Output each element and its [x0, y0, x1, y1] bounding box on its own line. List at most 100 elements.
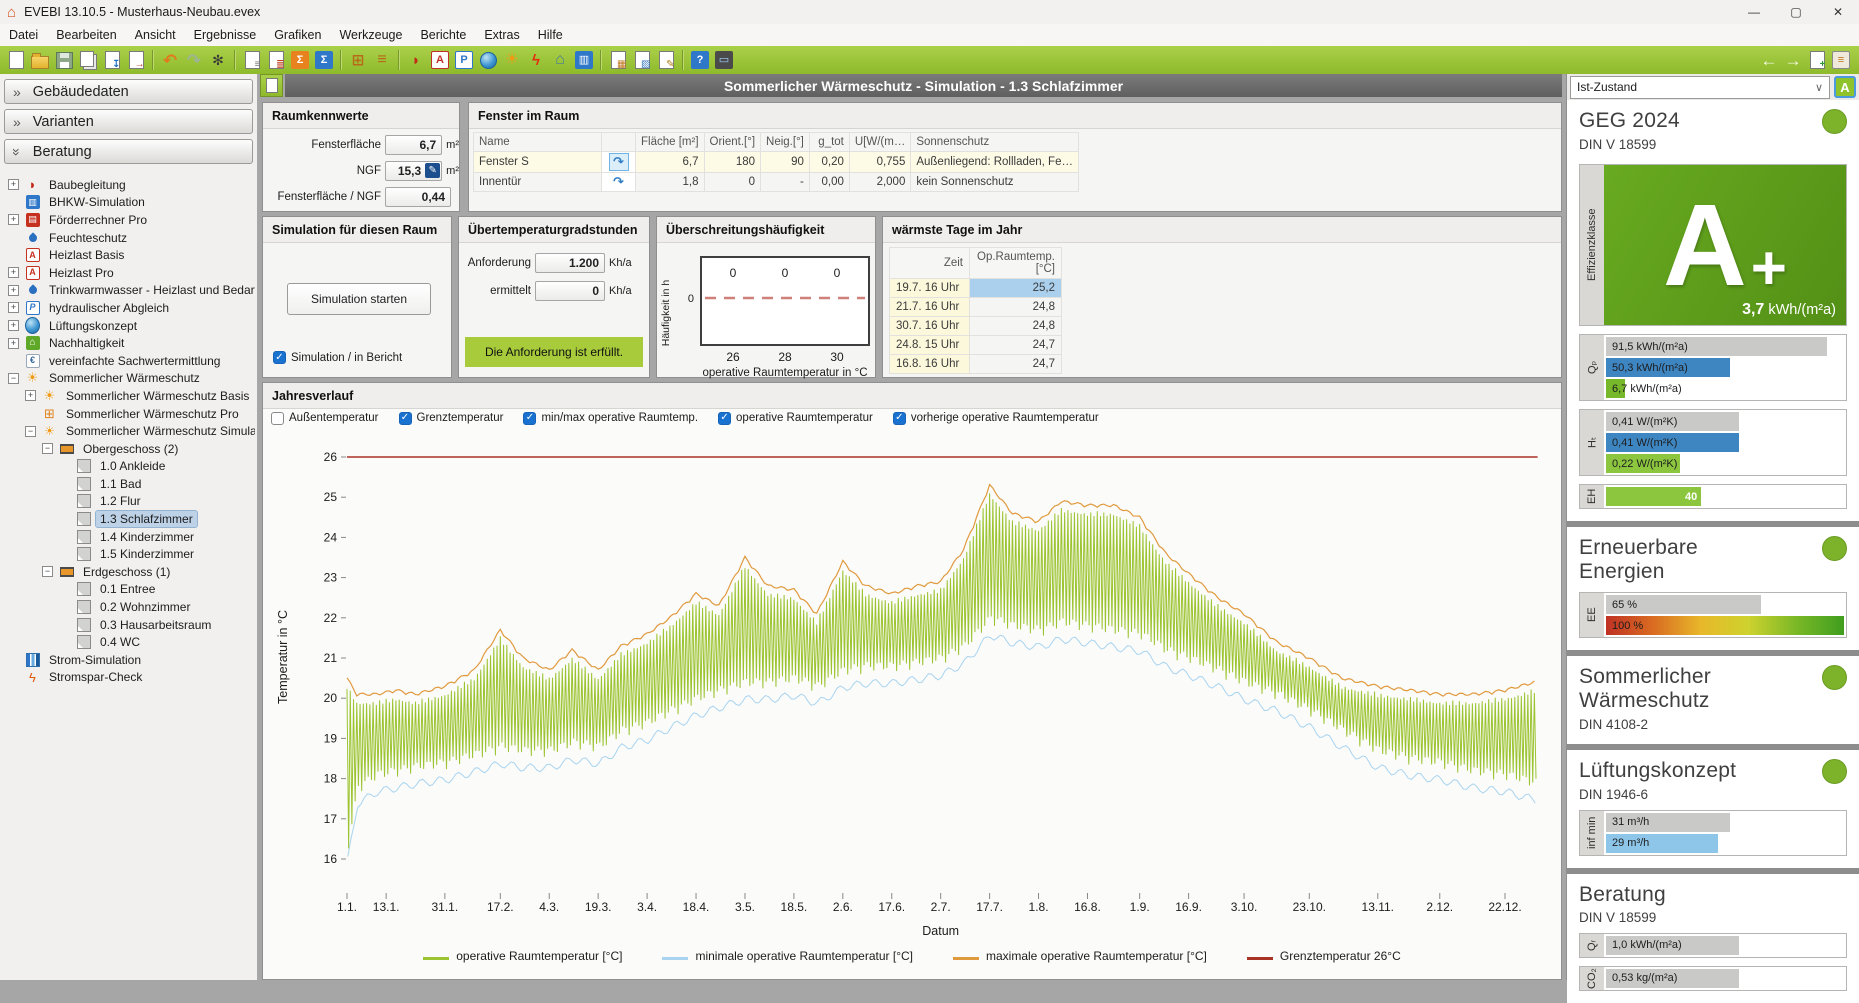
table-row[interactable]: 16.8. 16 Uhr24,7	[890, 355, 1062, 374]
new-file-icon[interactable]	[5, 49, 27, 71]
sidebar-item-trinkwarmwasser-heizlast-und-bedarf[interactable]: +Trinkwarmwasser - Heizlast und Bedarf	[0, 282, 255, 300]
menu-grafiken[interactable]: Grafiken	[265, 24, 330, 46]
sidebar-item-stromspar-check[interactable]: ϟStromspar-Check	[0, 669, 255, 687]
collapse-icon[interactable]: −	[8, 373, 19, 384]
sidebar-item-0-3-hausarbeitsraum[interactable]: 0.3 Hausarbeitsraum	[0, 616, 255, 634]
table-row[interactable]: 24.8. 15 Uhr24,7	[890, 336, 1062, 355]
checkbox-icon[interactable]: ✓	[893, 412, 906, 425]
collapse-icon[interactable]: −	[42, 566, 53, 577]
sum-blue-icon[interactable]: Σ	[313, 49, 335, 71]
sachwert-house-icon[interactable]: ⌂	[549, 49, 571, 71]
undo-icon[interactable]: ↶	[159, 49, 181, 71]
sidebar-item-1-4-kinderzimmer[interactable]: 1.4 Kinderzimmer	[0, 528, 255, 546]
sidebar-item-1-3-schlafzimmer[interactable]: 1.3 Schlafzimmer	[0, 510, 255, 528]
series-toggle-grenztemperatur[interactable]: ✓Grenztemperatur	[399, 412, 504, 425]
close-button[interactable]: ✕	[1817, 0, 1859, 24]
save-icon[interactable]	[53, 49, 75, 71]
series-toggle-min-max-operative-raumtemp-[interactable]: ✓min/max operative Raumtemp.	[523, 412, 698, 425]
monitor-icon[interactable]: ▭	[713, 49, 735, 71]
edit-pencil-icon[interactable]: ✎	[425, 163, 440, 178]
sidebar-item-erdgeschoss-1-[interactable]: −Erdgeschoss (1)	[0, 563, 255, 581]
maximize-button[interactable]: ▢	[1775, 0, 1817, 24]
import-icon[interactable]: ↧	[101, 49, 123, 71]
table-row[interactable]: 30.7. 16 Uhr24,8	[890, 317, 1062, 336]
profile-a-button[interactable]: A	[1834, 76, 1856, 98]
collapse-icon[interactable]: −	[25, 426, 36, 437]
table-row[interactable]: Fenster S↷6,7180900,200,755Außenliegend:…	[474, 152, 1079, 173]
sidebar-item-0-2-wohnzimmer[interactable]: 0.2 Wohnzimmer	[0, 598, 255, 616]
redo-icon[interactable]: ↷	[183, 49, 205, 71]
sidebar-item-obergeschoss-2-[interactable]: −Obergeschoss (2)	[0, 440, 255, 458]
checkbox-icon[interactable]: ✓	[399, 412, 412, 425]
bericht-edit-icon[interactable]: ✎	[655, 49, 677, 71]
strom-icon[interactable]: ϟ	[525, 49, 547, 71]
bericht-table-icon[interactable]: ▦	[607, 49, 629, 71]
expand-icon[interactable]: +	[8, 267, 19, 278]
expand-icon[interactable]: +	[25, 390, 36, 401]
minimize-button[interactable]: —	[1733, 0, 1775, 24]
menu-hilfe[interactable]: Hilfe	[529, 24, 572, 46]
menu-datei[interactable]: Datei	[0, 24, 47, 46]
sidebar-section-beratung[interactable]: »Beratung	[4, 139, 253, 164]
menu-berichte[interactable]: Berichte	[411, 24, 475, 46]
sidebar-item-heizlast-basis[interactable]: AHeizlast Basis	[0, 246, 255, 264]
export-icon[interactable]: →	[125, 49, 147, 71]
sidebar-item-0-4-wc[interactable]: 0.4 WC	[0, 633, 255, 651]
sidebar-item-feuchteschutz[interactable]: Feuchteschutz	[0, 229, 255, 247]
sidebar-item-sommerlicher-wärmeschutz-simulation[interactable]: −☀Sommerlicher Wärmeschutz Simulation	[0, 422, 255, 440]
simulation-starten-button[interactable]: Simulation starten	[287, 283, 431, 315]
sidebar-item-sommerlicher-wärmeschutz-basis[interactable]: +☀Sommerlicher Wärmeschutz Basis	[0, 387, 255, 405]
sidebar-item-baubegleitung[interactable]: +◗Baubegleitung	[0, 176, 255, 194]
menu-ergebnisse[interactable]: Ergebnisse	[185, 24, 266, 46]
menu-ansicht[interactable]: Ansicht	[126, 24, 185, 46]
sommerlicher-sun-icon[interactable]: ☀	[501, 49, 523, 71]
forward-arrow-icon[interactable]: →	[1782, 49, 1804, 71]
table-row[interactable]: 21.7. 16 Uhr24,8	[890, 298, 1062, 317]
expand-icon[interactable]: +	[8, 302, 19, 313]
expand-icon[interactable]: +	[8, 214, 19, 225]
checkbox-icon[interactable]: ✓	[271, 412, 284, 425]
rotate-arrow-icon[interactable]: ↷	[609, 153, 629, 171]
bhkw-icon[interactable]: ▥	[573, 49, 595, 71]
open-folder-icon[interactable]	[29, 49, 51, 71]
back-arrow-icon[interactable]: ←	[1758, 49, 1780, 71]
collapse-icon[interactable]: −	[42, 443, 53, 454]
bericht-chart-icon[interactable]: ▨	[631, 49, 653, 71]
sum-orange-icon[interactable]: Σ	[289, 49, 311, 71]
sidebar-item-strom-simulation[interactable]: Strom-Simulation	[0, 651, 255, 669]
report-snapshot-button[interactable]	[260, 74, 283, 97]
sidebar-item-1-0-ankleide[interactable]: 1.0 Ankleide	[0, 458, 255, 476]
variants-orgchart-icon[interactable]: ⊞	[347, 49, 369, 71]
rotate-arrow-icon[interactable]: ↷	[610, 174, 628, 190]
heizlast-icon[interactable]: A	[429, 49, 451, 71]
sidebar-item-bhkw-simulation[interactable]: ▥BHKW-Simulation	[0, 194, 255, 212]
variant-select[interactable]: Ist-Zustand ∨	[1570, 76, 1830, 99]
expand-icon[interactable]: +	[8, 285, 19, 296]
sidebar-item-sommerlicher-wärmeschutz[interactable]: −☀Sommerlicher Wärmeschutz	[0, 370, 255, 388]
expand-icon[interactable]: +	[8, 338, 19, 349]
series-toggle-operative-raumtemperatur[interactable]: ✓operative Raumtemperatur	[718, 412, 873, 425]
sidebar-item-hydraulischer-abgleich[interactable]: +Phydraulischer Abgleich	[0, 299, 255, 317]
ngf-value[interactable]: 15,3✎	[385, 161, 442, 181]
help-icon[interactable]: ?	[689, 49, 711, 71]
baubegleitung-icon[interactable]: ◗	[405, 49, 427, 71]
sidebar-item-vereinfachte-sachwertermittlung[interactable]: €vereinfachte Sachwertermittlung	[0, 352, 255, 370]
sidebar-item-sommerlicher-wärmeschutz-pro[interactable]: ⊞Sommerlicher Wärmeschutz Pro	[0, 405, 255, 423]
menu-werkzeuge[interactable]: Werkzeuge	[330, 24, 411, 46]
sidebar-item-lüftungskonzept[interactable]: +Lüftungskonzept	[0, 317, 255, 335]
series-toggle-au-entemperatur[interactable]: ✓Außentemperatur	[271, 412, 379, 425]
results-building-icon[interactable]: ≣	[265, 49, 287, 71]
sidebar-item-1-5-kinderzimmer[interactable]: 1.5 Kinderzimmer	[0, 545, 255, 563]
report-document-icon[interactable]: ≡	[241, 49, 263, 71]
report-manager-icon[interactable]: ≡	[1830, 49, 1852, 71]
menu-extras[interactable]: Extras	[475, 24, 528, 46]
checkbox-icon[interactable]: ✓	[523, 412, 536, 425]
sidebar-section-varianten[interactable]: »Varianten	[4, 109, 253, 134]
sidebar-item-heizlast-pro[interactable]: +AHeizlast Pro	[0, 264, 255, 282]
new-window-icon[interactable]: +	[1806, 49, 1828, 71]
simulation-bericht-checkbox[interactable]: ✓	[273, 351, 286, 364]
hydraulik-icon[interactable]: P	[453, 49, 475, 71]
sidebar-item-1-2-flur[interactable]: 1.2 Flur	[0, 493, 255, 511]
sidebar-item-nachhaltigkeit[interactable]: +⌂Nachhaltigkeit	[0, 334, 255, 352]
menu-bearbeiten[interactable]: Bearbeiten	[47, 24, 125, 46]
